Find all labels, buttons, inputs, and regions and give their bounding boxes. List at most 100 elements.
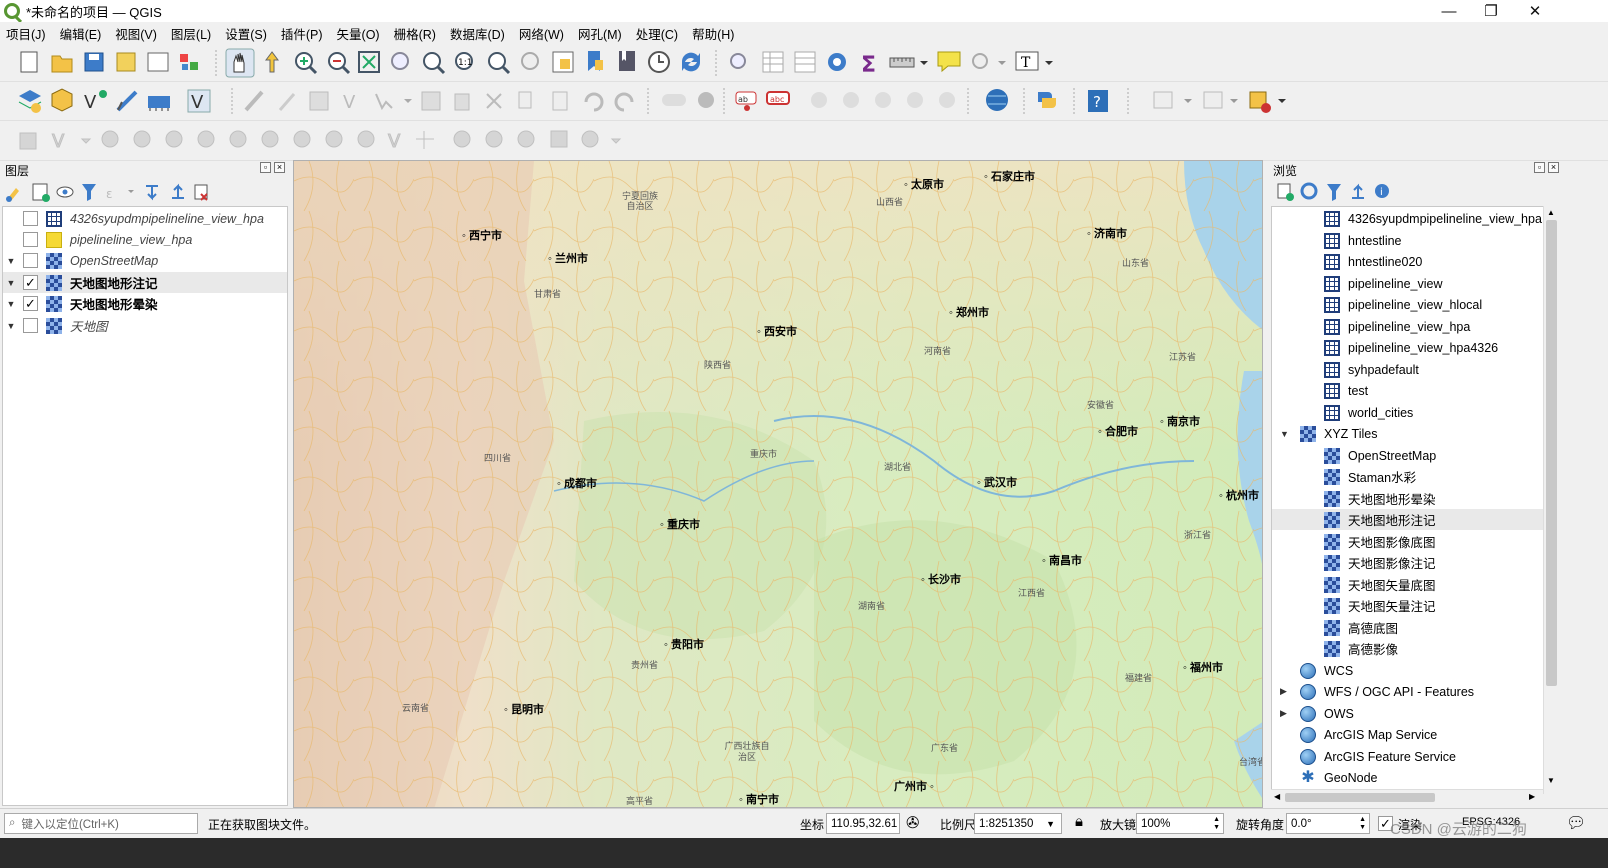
- layer-visibility-checkbox[interactable]: [23, 232, 38, 247]
- processing-toolbox-icon[interactable]: [828, 53, 846, 71]
- layers-float-button[interactable]: ▫: [260, 162, 271, 173]
- layer-visibility-checkbox[interactable]: [23, 211, 38, 226]
- new-bookmark-icon[interactable]: [588, 51, 603, 71]
- layer-visibility-checkbox[interactable]: [23, 253, 38, 268]
- browser-item-xyz-tiles[interactable]: ▼ XYZ Tiles: [1272, 423, 1544, 444]
- add-feature-icon[interactable]: V: [343, 92, 356, 113]
- digitize-tool-1-icon[interactable]: [19, 132, 37, 150]
- close-button[interactable]: ✕: [1512, 0, 1558, 22]
- digitize-tool-15-icon[interactable]: [485, 130, 503, 148]
- cut-features-icon[interactable]: [486, 93, 502, 109]
- scale-combobox[interactable]: 1:8251350 ▼: [974, 813, 1062, 834]
- manage-visibility-icon[interactable]: [56, 186, 74, 198]
- identify-features-icon[interactable]: [730, 53, 746, 69]
- menu-mesh[interactable]: 网孔(M): [578, 24, 622, 43]
- digitize-tool-4-icon[interactable]: [133, 130, 151, 148]
- browser-vertical-scrollbar[interactable]: ▲ ▼: [1543, 206, 1559, 794]
- open-styling-icon[interactable]: [6, 188, 19, 202]
- browser-item[interactable]: pipelineline_view_hpa: [1272, 316, 1544, 337]
- browser-item[interactable]: hntestline020: [1272, 251, 1544, 272]
- digitize-tool-11-icon[interactable]: [357, 130, 375, 148]
- mouse-toggle-icon[interactable]: ✇: [906, 813, 919, 833]
- digitize-tool-2-icon[interactable]: V: [52, 131, 92, 153]
- layer-visibility-checkbox[interactable]: ✓: [23, 296, 38, 311]
- lock-scale-icon[interactable]: 🔒︎: [1075, 813, 1083, 830]
- menu-project[interactable]: 项目(J): [6, 24, 46, 43]
- browser-item[interactable]: 天地图地形晕染: [1272, 488, 1544, 509]
- new-map-view-icon[interactable]: [552, 51, 574, 73]
- filter-legend-icon[interactable]: [82, 184, 96, 201]
- digitize-tool-16-icon[interactable]: [517, 130, 535, 148]
- add-geopackage-icon[interactable]: [51, 88, 73, 112]
- scroll-right-icon[interactable]: ▶: [1529, 792, 1535, 801]
- zoom-in-icon[interactable]: [295, 52, 318, 75]
- browser-item[interactable]: 4326syupdmpipelineline_view_hpa: [1272, 208, 1544, 229]
- layer-row[interactable]: ▼ ✓ 天地图地形晕染: [3, 293, 287, 314]
- menu-layer[interactable]: 图层(L): [171, 24, 211, 43]
- browser-item[interactable]: hntestline: [1272, 230, 1544, 251]
- scrollbar-thumb[interactable]: [1546, 220, 1557, 686]
- save-as-icon[interactable]: [116, 52, 136, 72]
- menu-settings[interactable]: 设置(S): [225, 24, 267, 43]
- text-annotation-icon[interactable]: T: [1015, 51, 1053, 71]
- scroll-up-icon[interactable]: ▲: [1547, 208, 1555, 217]
- browser-item[interactable]: 天地图影像底图: [1272, 531, 1544, 552]
- digitize-tool-12-icon[interactable]: V: [388, 131, 402, 153]
- menu-help[interactable]: 帮助(H): [692, 24, 734, 43]
- digitize-tool-7-icon[interactable]: [229, 130, 247, 148]
- globe-plugin-icon[interactable]: [986, 89, 1008, 111]
- new-shapefile-icon[interactable]: V: [84, 90, 107, 113]
- temporal-controller-icon[interactable]: [648, 51, 670, 73]
- layers-close-button[interactable]: ×: [274, 162, 285, 173]
- layer-visibility-checkbox[interactable]: ✓: [23, 275, 38, 290]
- hscrollbar-thumb[interactable]: [1285, 793, 1435, 802]
- layer-row[interactable]: ▼ ✓ 天地图地形注记: [3, 272, 287, 293]
- restore-button[interactable]: ❐: [1468, 0, 1514, 22]
- collapse-all-icon[interactable]: [172, 183, 184, 199]
- browser-close-button[interactable]: ×: [1548, 162, 1559, 173]
- layer-row[interactable]: 4326syupdmpipelineline_view_hpa: [3, 208, 287, 229]
- toggle-editing-icon[interactable]: [244, 90, 264, 112]
- menu-processing[interactable]: 处理(C): [636, 24, 678, 43]
- digitize-tool-13-icon[interactable]: [416, 131, 434, 149]
- show-bookmarks-icon[interactable]: [619, 51, 635, 71]
- spin-arrows-icon[interactable]: ▲ ▼: [1213, 816, 1220, 832]
- attribute-table-icon[interactable]: [762, 51, 784, 73]
- expand-arrow-icon[interactable]: ▼: [3, 256, 19, 266]
- layer-visibility-checkbox[interactable]: [23, 318, 38, 333]
- expand-arrow-icon[interactable]: ▶: [1280, 708, 1300, 719]
- layer-row[interactable]: ▼ 天地图: [3, 315, 287, 336]
- zoom-next-icon[interactable]: [521, 52, 539, 70]
- refresh-browser-icon[interactable]: [1300, 182, 1318, 200]
- scroll-down-icon[interactable]: ▼: [1547, 776, 1555, 785]
- remove-layer-icon[interactable]: [194, 184, 208, 201]
- filter-browser-icon[interactable]: [1327, 184, 1341, 201]
- zoom-last-icon[interactable]: [488, 52, 511, 75]
- menu-edit[interactable]: 编辑(E): [60, 24, 102, 43]
- style-manager-icon[interactable]: [180, 54, 198, 70]
- rotation-spinbox[interactable]: 0.0° ▲ ▼: [1286, 813, 1370, 834]
- zoom-full-icon[interactable]: [358, 51, 380, 73]
- browser-item-wcs[interactable]: WCS: [1272, 660, 1544, 681]
- new-project-icon[interactable]: [20, 51, 38, 73]
- label-tools-icon[interactable]: [811, 92, 955, 108]
- minimize-button[interactable]: —: [1426, 0, 1472, 22]
- browser-item[interactable]: pipelineline_view_hpa4326: [1272, 337, 1544, 358]
- layer-row[interactable]: ▼ OpenStreetMap: [3, 250, 287, 271]
- browser-item[interactable]: syhpadefault: [1272, 359, 1544, 380]
- spin-arrows-icon[interactable]: ▲ ▼: [1359, 816, 1366, 832]
- expand-arrow-icon[interactable]: ▼: [3, 321, 19, 331]
- new-spatialite-icon[interactable]: [116, 90, 138, 112]
- copy-features-icon[interactable]: [518, 91, 532, 109]
- pan-to-selection-icon[interactable]: [265, 51, 279, 73]
- add-selected-layers-icon[interactable]: [1277, 183, 1294, 201]
- undo-icon[interactable]: [584, 92, 604, 112]
- field-calculator-icon[interactable]: [794, 51, 816, 73]
- browser-item[interactable]: 天地图矢量底图: [1272, 574, 1544, 595]
- digitize-tool-18-icon[interactable]: [581, 130, 622, 148]
- browser-item[interactable]: 高德底图: [1272, 617, 1544, 638]
- expand-arrow-icon[interactable]: ▼: [3, 299, 19, 309]
- browser-item[interactable]: 天地图影像注记: [1272, 552, 1544, 573]
- browser-horizontal-scrollbar[interactable]: ◀ ▶: [1271, 789, 1543, 805]
- browser-item-arcgis-feature[interactable]: ArcGIS Feature Service: [1272, 746, 1544, 767]
